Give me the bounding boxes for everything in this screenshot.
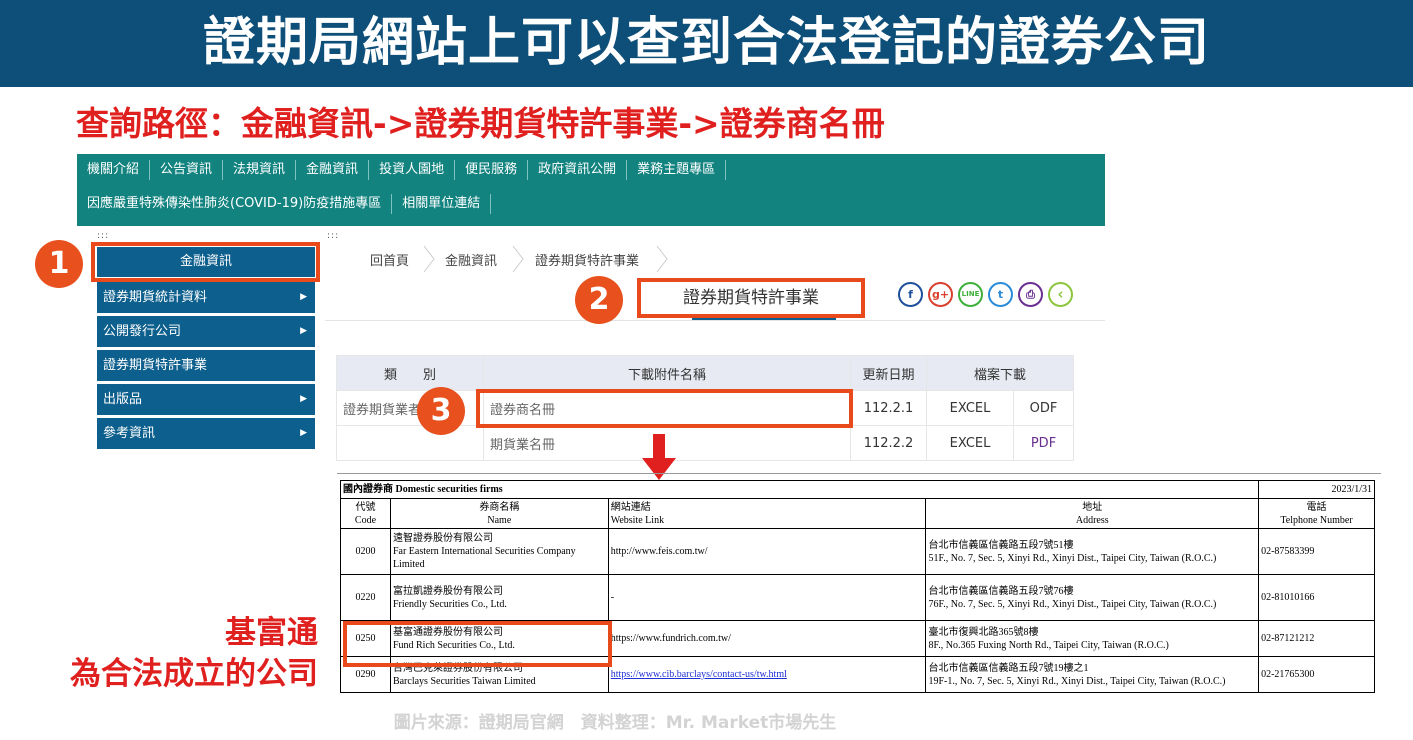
download-table-header: 類 別 下載附件名稱 更新日期 檔案下載	[336, 355, 1074, 391]
firm-website: -	[607, 574, 927, 621]
securities-date: 2023/1/31	[1258, 480, 1375, 499]
chevron-right-icon: ▶	[300, 428, 307, 438]
breadcrumb-licensed-business[interactable]: 證券期貨特許事業	[535, 250, 639, 269]
column-header-attachment-name: 下載附件名稱	[483, 355, 851, 391]
top-navigation: 機關介紹 公告資訊 法規資訊 金融資訊 投資人園地 便民服務 政府資訊公開 業務…	[77, 154, 1105, 226]
nav-item-services[interactable]: 便民服務	[455, 160, 529, 180]
image-source-caption: 圖片來源：證期局官網 資料整理：Mr. Market市場先生	[393, 713, 837, 733]
accesskey-marker: :::	[327, 231, 340, 241]
step-badge-1: 1	[35, 240, 83, 288]
nav-item-announcements[interactable]: 公告資訊	[150, 160, 224, 180]
highlight-box-step-2	[637, 278, 865, 318]
sidebar-item-publications[interactable]: 出版品 ▶	[97, 384, 315, 415]
column-header-telephone: 電話 Telphone Number	[1258, 498, 1375, 529]
breadcrumb-financial-info[interactable]: 金融資訊	[445, 250, 497, 269]
nav-row-secondary: 因應嚴重特殊傳染性肺炎(COVID-19)防疫措施專區 相關單位連結	[87, 190, 492, 218]
query-path-subtitle: 查詢路徑：金融資訊->證券期貨特許事業->證券商名冊	[76, 104, 885, 143]
firm-address: 台北市信義區信義路五段7號19樓之1 19F-1., No. 7, Sec. 5,…	[925, 656, 1260, 693]
breadcrumb-home[interactable]: 回首頁	[370, 250, 409, 269]
step-badge-2: 2	[575, 276, 623, 324]
securities-title: 國內證券商 Domestic securities firms	[339, 480, 1260, 499]
annotation-note-line1: 基富通	[225, 615, 318, 651]
table-row: 0200 遠智證券股份有限公司 Far Eastern International…	[340, 528, 1375, 575]
nav-item-related-links[interactable]: 相關單位連結	[392, 194, 492, 214]
securities-title-row: 國內證券商 Domestic securities firms 2023/1/3…	[339, 480, 1375, 499]
accesskey-marker: :::	[97, 231, 110, 241]
chevron-right-icon: ▶	[300, 292, 307, 302]
firm-telephone: 02-21765300	[1258, 656, 1375, 693]
nav-item-investor-zone[interactable]: 投資人園地	[369, 160, 456, 180]
firm-website: https://www.fundrich.com.tw/	[607, 620, 927, 657]
row-update-date: 112.2.2	[850, 425, 927, 461]
nav-item-covid[interactable]: 因應嚴重特殊傳染性肺炎(COVID-19)防疫措施專區	[87, 194, 393, 214]
sidebar-item-label: 證券期貨統計資料	[103, 290, 208, 305]
firm-website: http://www.feis.com.tw/	[607, 528, 927, 575]
sidebar-item-reference[interactable]: 參考資訊 ▶	[97, 418, 315, 449]
breadcrumb-separator-icon	[512, 245, 524, 273]
firm-address: 台北市信義區信義路五段7號76樓 76F., No. 7, Sec. 5, Xin…	[925, 574, 1260, 621]
firm-website: https://www.cib.barclays/contact-us/tw.h…	[607, 656, 927, 693]
sidebar-item-licensed-business[interactable]: 證券期貨特許事業	[97, 350, 315, 381]
firm-address: 台北市信義區信義路五段7號51樓 51F., No. 7, Sec. 5, Xin…	[925, 528, 1260, 575]
nav-row-primary: 機關介紹 公告資訊 法規資訊 金融資訊 投資人園地 便民服務 政府資訊公開 業務…	[87, 156, 727, 184]
google-plus-icon[interactable]: g+	[928, 282, 953, 307]
firm-address: 臺北市復興北路365號8樓 8F., No.365 Fuxing North Rd…	[925, 620, 1260, 657]
column-header-address: 地址 Address	[925, 498, 1260, 529]
download-pdf-link[interactable]: PDF	[1013, 425, 1074, 461]
firm-website-link[interactable]: https://www.cib.barclays/contact-us/tw.h…	[611, 669, 787, 680]
firm-code: 0200	[340, 528, 391, 575]
twitter-icon[interactable]: t	[988, 282, 1013, 307]
back-icon[interactable]: ‹	[1048, 282, 1073, 307]
highlight-box-fundrich	[343, 621, 612, 667]
sidebar-item-public-companies[interactable]: 公開發行公司 ▶	[97, 316, 315, 347]
banner-title: 證期局網站上可以查到合法登記的證券公司	[202, 13, 1210, 73]
firm-telephone: 02-81010166	[1258, 574, 1375, 621]
download-excel-link[interactable]: EXCEL	[925, 425, 1015, 461]
nav-item-financial-info[interactable]: 金融資訊	[296, 160, 370, 180]
annotation-note-line2: 為合法成立的公司	[70, 656, 318, 692]
download-excel-link[interactable]: EXCEL	[925, 390, 1015, 426]
firm-name: 遠智證券股份有限公司 Far Eastern International Secu…	[389, 528, 609, 575]
row-update-date: 112.2.1	[850, 390, 927, 426]
nav-item-gov-info[interactable]: 政府資訊公開	[528, 160, 628, 180]
column-header-category: 類 別	[336, 355, 484, 391]
column-header-name: 券商名稱 Name	[389, 498, 609, 529]
table-row: 0220 富拉凱證券股份有限公司 Friendly Securities Co.,…	[340, 574, 1375, 621]
nav-item-business-topics[interactable]: 業務主題專區	[627, 160, 727, 180]
sidebar-item-label: 證券期貨特許事業	[103, 358, 208, 373]
sidebar-item-statistics[interactable]: 證券期貨統計資料 ▶	[97, 282, 315, 313]
column-header-website: 網站連結 Website Link	[607, 498, 927, 529]
sidebar-item-label: 公開發行公司	[103, 324, 182, 339]
print-icon[interactable]: ⎙	[1018, 282, 1043, 307]
sidebar-item-label: 出版品	[103, 392, 143, 407]
nav-item-regulations[interactable]: 法規資訊	[223, 160, 297, 180]
firm-name: 富拉凱證券股份有限公司 Friendly Securities Co., Ltd.	[389, 574, 609, 621]
firm-code: 0220	[340, 574, 391, 621]
sidebar-item-label: 參考資訊	[103, 426, 156, 441]
column-header-update-date: 更新日期	[850, 355, 927, 391]
chevron-right-icon: ▶	[300, 394, 307, 404]
column-header-code: 代號 Code	[340, 498, 391, 529]
highlight-box-step-3	[476, 389, 853, 428]
firm-telephone: 02-87583399	[1258, 528, 1375, 575]
securities-header-row: 代號 Code 券商名稱 Name 網站連結 Website Link 地址 Addre…	[340, 498, 1375, 529]
facebook-icon[interactable]: f	[898, 282, 923, 307]
breadcrumb-separator-icon	[423, 245, 435, 273]
chevron-right-icon: ▶	[300, 326, 307, 336]
breadcrumb-separator-icon	[656, 245, 668, 273]
nav-item-about[interactable]: 機關介紹	[87, 160, 151, 180]
highlight-box-step-1	[91, 242, 320, 282]
line-icon[interactable]: LINE	[958, 282, 983, 307]
download-odf-link[interactable]: ODF	[1013, 390, 1074, 426]
divider	[325, 320, 1105, 321]
row-category	[336, 425, 484, 461]
step-badge-3: 3	[417, 387, 465, 435]
firm-telephone: 02-87121212	[1258, 620, 1375, 657]
column-header-download: 檔案下載	[926, 355, 1074, 391]
